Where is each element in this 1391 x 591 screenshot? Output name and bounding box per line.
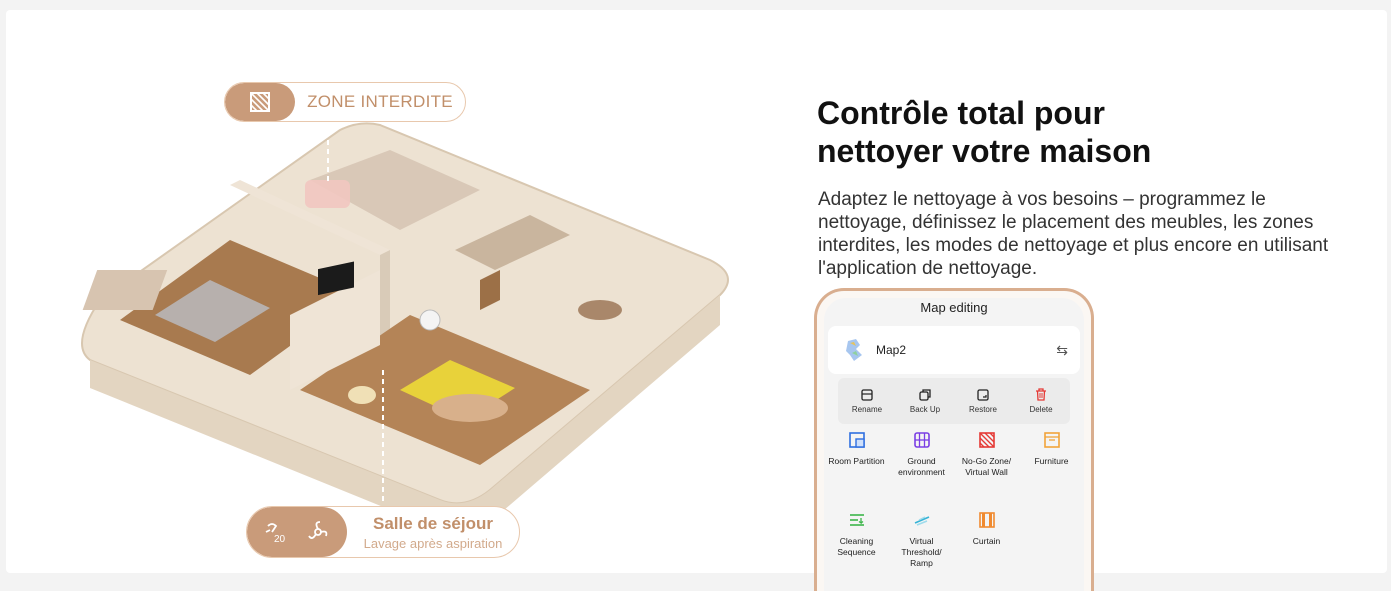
mop-cycle-icon: 20	[265, 523, 286, 545]
map-thumbnail-icon	[846, 339, 862, 361]
no-go-zone-tool[interactable]: No-Go Zone/ Virtual Wall	[954, 432, 1019, 502]
no-go-zone-tool-label: No-Go Zone/ Virtual Wall	[961, 456, 1012, 477]
phone-mockup: Map editing Map2 ⇆ Rename Back Up Restor…	[814, 288, 1094, 591]
furniture-label: Furniture	[1034, 456, 1069, 466]
curtain-icon	[978, 512, 995, 528]
ground-environment-tool[interactable]: Ground environment	[889, 432, 954, 502]
room-partition-icon	[848, 432, 865, 448]
switch-map-icon[interactable]: ⇆	[1056, 342, 1068, 359]
screen-title: Map editing	[920, 300, 988, 315]
map-actions-bar: Rename Back Up Restore Delete	[838, 378, 1070, 424]
no-go-zone-label: ZONE INTERDITE	[224, 82, 466, 122]
furniture-icon	[1043, 432, 1060, 448]
map-name: Map2	[876, 343, 907, 357]
room-name: Salle de séjour	[373, 513, 493, 533]
room-mode-badge: 20	[247, 507, 347, 557]
app-screen: Map editing Map2 ⇆ Rename Back Up Restor…	[824, 298, 1084, 591]
backup-label: Back Up	[909, 404, 941, 414]
furniture-tool[interactable]: Furniture	[1019, 432, 1084, 502]
room-mode-label: 20 Salle de séjour Lavage après aspirati…	[246, 506, 520, 558]
page-title: Contrôle total pour nettoyer votre maiso…	[817, 94, 1337, 170]
virtual-threshold-label: Virtual Threshold/ Ramp	[901, 536, 942, 568]
cleaning-sequence-label: Cleaning Sequence	[837, 536, 876, 557]
rename-button[interactable]: Rename	[838, 378, 896, 424]
room-cleaning-mode: Lavage après aspiration	[363, 535, 503, 551]
restore-icon	[977, 388, 989, 401]
ground-environment-label: Ground environment	[898, 456, 945, 477]
delete-label: Delete	[1029, 405, 1053, 414]
rename-label: Rename	[851, 404, 883, 414]
curtain-label: Curtain	[972, 536, 1001, 546]
svg-text:20: 20	[274, 534, 286, 545]
no-go-zone-badge	[225, 83, 295, 121]
virtual-threshold-tool[interactable]: Virtual Threshold/ Ramp	[889, 512, 954, 582]
room-partition-label: Room Partition	[828, 456, 885, 466]
ground-environment-icon	[913, 432, 930, 448]
virtual-threshold-icon	[914, 516, 929, 526]
room-partition-tool[interactable]: Room Partition	[824, 432, 889, 502]
cleaning-sequence-icon	[849, 514, 864, 526]
rename-icon	[861, 388, 873, 401]
room-mode-textblock: Salle de séjour Lavage après aspiration	[347, 514, 519, 551]
fan-suction-icon	[308, 521, 328, 539]
curtain-tool[interactable]: Curtain	[954, 512, 1019, 582]
delete-button[interactable]: Delete	[1012, 378, 1070, 424]
trash-icon	[1036, 388, 1046, 401]
no-go-zone-icon	[978, 432, 995, 448]
backup-icon	[919, 388, 931, 401]
title-line-1: Contrôle total pour	[817, 95, 1105, 131]
map-tools-grid: Room Partition Ground environment No-Go …	[824, 432, 1084, 582]
title-line-2: nettoyer votre maison	[817, 133, 1152, 169]
backup-button[interactable]: Back Up	[896, 378, 954, 424]
restore-label: Restore	[968, 404, 997, 414]
description-text: Adaptez le nettoyage à vos besoins – pro…	[818, 189, 1329, 279]
no-go-zone-icon	[250, 92, 270, 112]
floorplan-illustration	[81, 122, 729, 534]
restore-button[interactable]: Restore	[954, 378, 1012, 424]
cleaning-sequence-tool[interactable]: Cleaning Sequence	[824, 512, 889, 582]
map-selector[interactable]: Map2 ⇆	[828, 326, 1080, 374]
no-go-zone-text: ZONE INTERDITE	[307, 92, 453, 111]
